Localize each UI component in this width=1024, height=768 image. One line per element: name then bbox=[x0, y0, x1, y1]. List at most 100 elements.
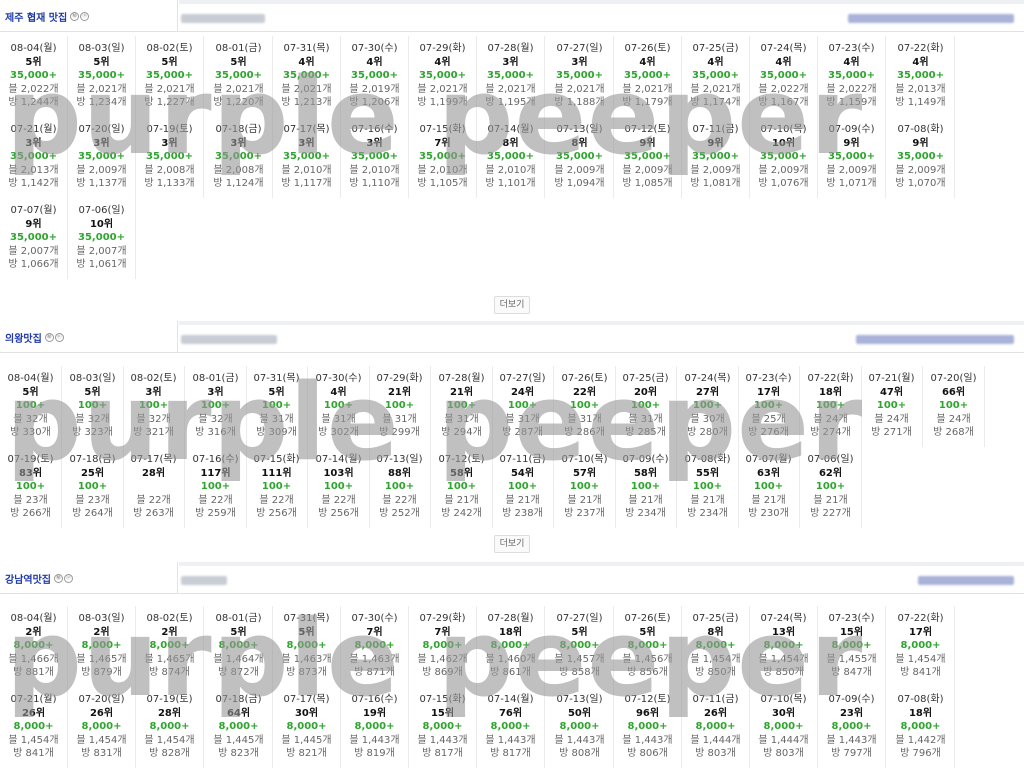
redacted-link bbox=[856, 335, 1014, 344]
cell-date: 07-13(일) bbox=[376, 454, 423, 465]
cell-date: 07-18(금) bbox=[69, 454, 116, 465]
cell-rank: 5위 bbox=[268, 386, 285, 398]
cell-rank: 5위 bbox=[639, 626, 656, 638]
cell-search-volume: 8,000+ bbox=[559, 721, 600, 732]
rank-cell: 07-07(월) 9위 35,000+ 블 2,007개 방 1,066개 bbox=[0, 198, 68, 279]
keyword-title[interactable]: 제주 협재 맛집 bbox=[5, 9, 67, 24]
cell-date: 07-19(토) bbox=[146, 124, 193, 135]
more-button[interactable]: 더보기 bbox=[494, 296, 530, 314]
cell-cafe-count: 방 850개 bbox=[763, 667, 804, 678]
cell-rank: 66위 bbox=[941, 386, 966, 398]
rank-cell: 07-23(수) 17위 100+ 블 25개 방 276개 bbox=[738, 366, 800, 447]
cell-date: 08-03(일) bbox=[78, 43, 125, 54]
power-link-icon[interactable]: ⓟ bbox=[64, 573, 73, 583]
cell-rank: 103위 bbox=[323, 467, 354, 479]
cell-search-volume: 35,000+ bbox=[624, 70, 671, 81]
secret-icon[interactable]: ㊙ bbox=[44, 332, 54, 342]
cell-cafe-count: 방 1,105개 bbox=[417, 178, 468, 189]
cell-blog-count: 블 2,009개 bbox=[758, 164, 809, 176]
cell-search-volume: 8,000+ bbox=[81, 721, 122, 732]
cell-blog-count: 블 1,463개 bbox=[349, 653, 400, 665]
rank-cell: 07-29(화) 7위 8,000+ 블 1,462개 방 869개 bbox=[409, 606, 477, 687]
cell-rank: 2위 bbox=[25, 626, 42, 638]
cell-blog-count: 블 25개 bbox=[751, 413, 786, 425]
cell-date: 07-07(월) bbox=[10, 205, 57, 216]
cell-search-volume: 35,000+ bbox=[10, 232, 57, 243]
cell-search-volume: 35,000+ bbox=[487, 70, 534, 81]
cell-blog-count: 블 1,454개 bbox=[895, 653, 946, 665]
cell-cafe-count: 방 797개 bbox=[831, 748, 872, 759]
cell-date: 07-10(목) bbox=[760, 694, 807, 705]
cell-search-volume: 35,000+ bbox=[419, 70, 466, 81]
cell-blog-count: 블 1,443개 bbox=[554, 734, 605, 746]
cell-blog-count: 블 2,021개 bbox=[485, 83, 536, 95]
cell-blog-count: 블 31개 bbox=[382, 413, 417, 425]
more-button[interactable]: 더보기 bbox=[494, 535, 530, 553]
cell-search-volume: 35,000+ bbox=[10, 70, 57, 81]
cell-search-volume: 8,000+ bbox=[490, 721, 531, 732]
power-link-icon[interactable]: ⓟ bbox=[80, 11, 90, 21]
cell-search-volume: 100+ bbox=[692, 481, 723, 492]
cell-date: 07-22(화) bbox=[897, 613, 944, 624]
cell-date: 07-09(수) bbox=[828, 694, 875, 705]
cell-blog-count: 블 2,021개 bbox=[417, 83, 468, 95]
rank-cell: 07-13(일) 88위 100+ 블 22개 방 252개 bbox=[369, 447, 431, 528]
cell-rank: 7위 bbox=[434, 626, 451, 638]
cell-cafe-count: 방 280개 bbox=[687, 427, 728, 438]
rank-cell: 07-22(화) 18위 100+ 블 24개 방 274개 bbox=[800, 366, 862, 447]
cell-search-volume: 8,000+ bbox=[149, 640, 190, 651]
cell-rank: 54위 bbox=[510, 467, 535, 479]
cell-blog-count: 블 2,021개 bbox=[76, 83, 127, 95]
cell-cafe-count: 방 1,159개 bbox=[826, 97, 877, 108]
cell-blog-count: 블 1,457개 bbox=[554, 653, 605, 665]
cell-rank: 13위 bbox=[771, 626, 796, 638]
cell-search-volume: 8,000+ bbox=[354, 640, 395, 651]
secret-icon[interactable]: ㊙ bbox=[54, 573, 63, 583]
keyword-badges: ㊙ ⓟ bbox=[44, 332, 64, 342]
cell-blog-count: 블 2,013개 bbox=[8, 164, 59, 176]
cell-date: 08-04(월) bbox=[7, 373, 54, 384]
keyword-title[interactable]: 강남역맛집 bbox=[5, 571, 51, 586]
cell-rank: 3위 bbox=[502, 56, 519, 68]
keyword-title[interactable]: 의왕맛집 bbox=[5, 330, 42, 345]
cell-blog-count: 블 2,009개 bbox=[622, 164, 673, 176]
cell-date: 08-04(월) bbox=[10, 43, 57, 54]
cell-search-volume: 8,000+ bbox=[831, 640, 872, 651]
cell-rank: 3위 bbox=[366, 137, 383, 149]
rank-cell: 08-04(월) 5위 35,000+ 블 2,022개 방 1,244개 bbox=[0, 36, 68, 117]
cell-cafe-count: 방 1,133개 bbox=[144, 178, 195, 189]
rank-cell: 07-13(일) 8위 35,000+ 블 2,009개 방 1,094개 bbox=[546, 117, 614, 198]
cell-cafe-count: 방 874개 bbox=[149, 667, 190, 678]
cell-search-volume bbox=[123, 480, 184, 494]
cell-cafe-count: 방 242개 bbox=[441, 508, 482, 519]
cell-cafe-count: 방 266개 bbox=[10, 508, 51, 519]
cell-rank: 18위 bbox=[818, 386, 843, 398]
cell-search-volume: 100+ bbox=[77, 400, 108, 411]
cell-blog-count: 블 1,445개 bbox=[213, 734, 264, 746]
keyword-box: 제주 협재 맛집 ㊙ ⓟ bbox=[0, 0, 178, 32]
cell-date: 08-02(토) bbox=[146, 613, 193, 624]
cell-date: 07-23(수) bbox=[745, 373, 792, 384]
cell-cafe-count: 방 285개 bbox=[625, 427, 666, 438]
cell-date: 08-02(토) bbox=[130, 373, 177, 384]
cell-cafe-count: 방 831개 bbox=[81, 748, 122, 759]
cell-cafe-count: 방 1,081개 bbox=[690, 178, 741, 189]
cell-date: 07-22(화) bbox=[897, 43, 944, 54]
rank-cell: 08-01(금) 5위 35,000+ 블 2,021개 방 1,220개 bbox=[205, 36, 273, 117]
power-link-icon[interactable]: ⓟ bbox=[54, 332, 64, 342]
rank-cell: 07-21(월) 26위 8,000+ 블 1,454개 방 841개 bbox=[0, 687, 68, 768]
cell-search-volume: 8,000+ bbox=[627, 721, 668, 732]
cell-date: 07-27(일) bbox=[556, 613, 603, 624]
rank-cell: 07-17(목) 28위 블 22개 방 263개 bbox=[123, 447, 185, 528]
cell-search-volume: 100+ bbox=[507, 481, 538, 492]
cell-rank: 4위 bbox=[843, 56, 860, 68]
cell-blog-count: 블 1,443개 bbox=[826, 734, 877, 746]
rank-cell: 08-02(토) 5위 35,000+ 블 2,021개 방 1,227개 bbox=[136, 36, 204, 117]
cell-search-volume: 100+ bbox=[630, 481, 661, 492]
cell-blog-count: 블 2,021개 bbox=[213, 83, 264, 95]
cell-search-volume: 35,000+ bbox=[146, 151, 193, 162]
rank-cell: 08-04(월) 5위 100+ 블 32개 방 330개 bbox=[0, 366, 62, 447]
cell-blog-count: 블 2,013개 bbox=[895, 83, 946, 95]
secret-icon[interactable]: ㊙ bbox=[70, 11, 80, 21]
cell-search-volume: 35,000+ bbox=[760, 70, 807, 81]
